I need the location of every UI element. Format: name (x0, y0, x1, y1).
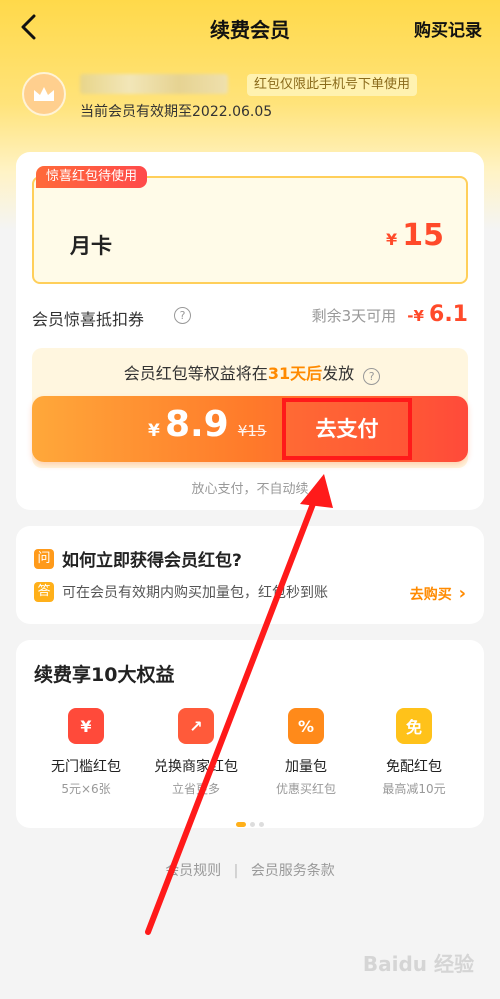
membership-expiry: 当前会员有效期至2022.06.05 (80, 104, 273, 120)
benefit-sub: 立省更多 (171, 782, 220, 796)
benefit-sub: 优惠买红包 (275, 782, 336, 796)
coupon-amount: 6.1 (429, 302, 468, 327)
surprise-redpacket-tag: 惊喜红包待使用 (36, 166, 148, 188)
redpacket-tip: 红包仅限此手机号下单使用 (247, 74, 418, 96)
chevron-left-icon (21, 14, 36, 40)
member-terms-link[interactable]: 会员服务条款 (251, 863, 335, 879)
coupon-minus: -¥ (407, 307, 424, 325)
benefit-notice: 会员红包等权益将在31天后发放 ? (32, 360, 468, 385)
coupon-row[interactable]: 会员惊喜抵扣券 ? 剩余3天可用 -¥ 6.1 (32, 302, 468, 332)
carousel-dots (16, 812, 484, 831)
carousel-dot (250, 822, 255, 827)
page-title: 续费会员 (210, 17, 290, 42)
answer-text: 可在会员有效期内购买加量包，红包秒到账 (62, 585, 328, 601)
faq-card: 问 如何立即获得会员红包? 答 可在会员有效期内购买加量包，红包秒到账 去购买 … (16, 526, 484, 624)
benefits-card: 续费享10大权益 ¥ 无门槛红包 5元×6张 ↗ 兑换商家红包 立省更多 % 加… (16, 640, 484, 828)
benefit-item-no-threshold[interactable]: ¥ 无门槛红包 5元×6张 (36, 708, 136, 797)
yuan-redpacket-icon: ¥ (68, 708, 104, 744)
benefit-name: 免配红包 (386, 759, 442, 775)
coupon-discount: 剩余3天可用 -¥ 6.1 (312, 302, 468, 327)
carousel-dot-active (236, 822, 246, 827)
pay-price-currency: ¥ (148, 421, 160, 441)
plan-option-monthly[interactable]: 月卡 ¥ 15 (32, 176, 468, 284)
crown-icon (34, 87, 54, 101)
coupon-label: 会员惊喜抵扣券 (32, 310, 145, 329)
benefit-notice-prefix: 会员红包等权益将在 (123, 364, 268, 383)
help-icon[interactable]: ? (363, 368, 381, 385)
benefit-item-exchange[interactable]: ↗ 兑换商家红包 立省更多 (146, 708, 246, 797)
benefit-name: 无门槛红包 (51, 759, 121, 775)
help-icon[interactable]: ? (174, 307, 191, 324)
question-badge: 问 (34, 548, 54, 569)
purchase-records-link[interactable]: 购买记录 (414, 16, 482, 41)
footer-links: 会员规则 | 会员服务条款 (0, 860, 500, 880)
benefits-title: 续费享10大权益 (34, 664, 175, 686)
benefit-item-free-delivery[interactable]: 免 免配红包 最高减10元 (364, 708, 464, 797)
benefit-notice-highlight: 31天后 (267, 364, 323, 383)
safe-pay-note: 放心支付，不自动续 (191, 482, 309, 497)
renew-card: 月卡 ¥ 15 惊喜红包待使用 会员惊喜抵扣券 ? 剩余3天可用 -¥ 6.1 … (16, 152, 484, 510)
chevron-right-icon: › (458, 583, 466, 604)
benefit-name: 加量包 (285, 759, 327, 775)
question-text: 如何立即获得会员红包? (62, 551, 242, 571)
footer-separator: | (233, 863, 239, 879)
go-buy-link[interactable]: 去购买 › (410, 583, 466, 604)
pay-button[interactable]: 去支付 (282, 398, 412, 460)
benefit-sub: 最高减10元 (382, 782, 446, 796)
coupon-remaining: 剩余3天可用 (311, 307, 397, 325)
carousel-dot (259, 822, 264, 827)
plan-price: ¥ 15 (386, 218, 444, 253)
benefit-notice-suffix: 发放 (322, 364, 355, 383)
plan-name: 月卡 (70, 234, 112, 258)
answer-badge: 答 (34, 582, 54, 602)
original-price: ¥15 (237, 422, 267, 440)
plan-price-currency: ¥ (386, 230, 398, 249)
back-button[interactable] (14, 12, 44, 42)
masked-phone-number (80, 74, 228, 94)
member-rules-link[interactable]: 会员规则 (165, 863, 221, 879)
pay-bar[interactable]: ¥ 8.9 ¥15 去支付 (32, 396, 468, 462)
pay-price-value: 8.9 (164, 404, 229, 445)
benefit-name: 兑换商家红包 (154, 759, 238, 775)
baidu-watermark: Baidu 经验 (362, 952, 474, 976)
user-info: 红包仅限此手机号下单使用 当前会员有效期至2022.06.05 (22, 72, 482, 122)
benefit-item-addon[interactable]: % 加量包 优惠买红包 (256, 708, 356, 797)
free-delivery-icon: 免 (396, 708, 432, 744)
avatar (22, 72, 66, 116)
benefit-sub: 5元×6张 (61, 782, 111, 796)
faq-answer: 答 可在会员有效期内购买加量包，红包秒到账 (34, 582, 328, 602)
pay-price: ¥ 8.9 ¥15 (148, 404, 266, 445)
percent-icon: % (288, 708, 324, 744)
go-buy-label: 去购买 (409, 587, 452, 603)
exchange-arrow-icon: ↗ (178, 708, 214, 744)
header: 续费会员 购买记录 (0, 0, 500, 56)
plan-price-value: 15 (402, 218, 444, 253)
faq-question: 问 如何立即获得会员红包? (34, 546, 242, 571)
